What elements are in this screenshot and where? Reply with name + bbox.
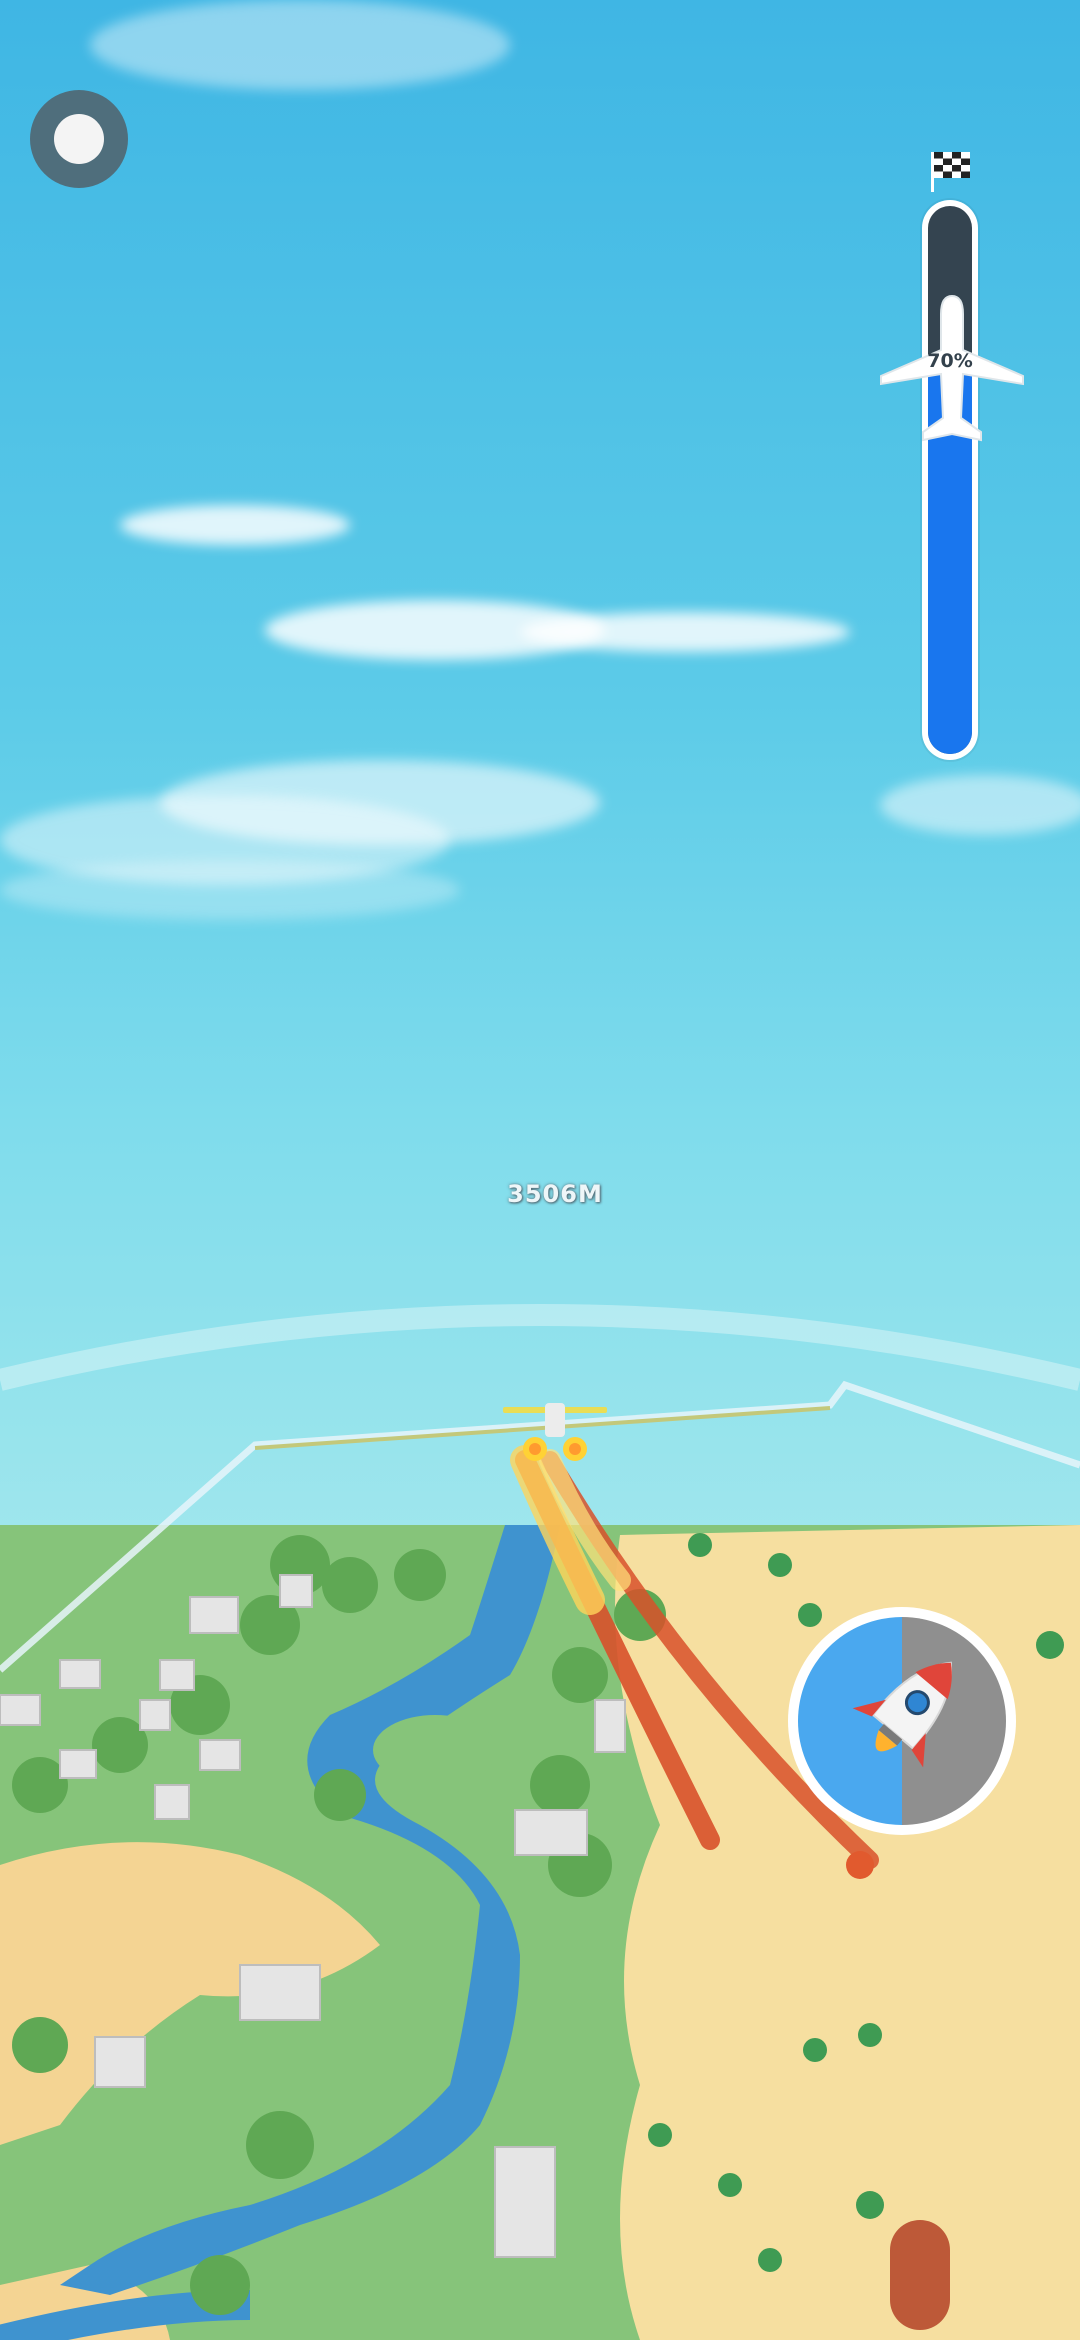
game-scene[interactable]: 3506M 70% [0,0,1080,2340]
pause-button[interactable] [30,90,128,188]
altitude-readout: 3506M [507,1180,603,1208]
flight-progress-bar [922,200,978,760]
cloud [880,775,1080,835]
cloud [120,505,350,545]
progress-track [928,206,972,754]
cloud [520,612,850,652]
rocket-boost-button[interactable] [786,1605,1018,1837]
progress-percent-label: 70% [927,350,973,372]
pause-record-icon [54,114,104,164]
cloud [90,0,510,90]
checkered-flag-icon [931,152,970,192]
ember-trail [890,2220,950,2330]
airplane [503,1403,607,1461]
cloud [0,860,460,920]
